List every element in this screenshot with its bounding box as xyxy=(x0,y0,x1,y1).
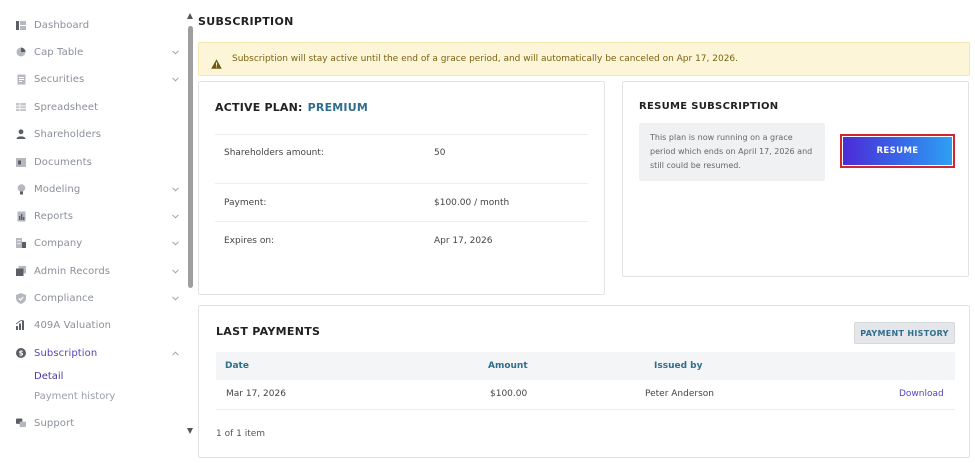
plan-row-label: Expires on: xyxy=(224,236,275,246)
spreadsheet-icon xyxy=(16,102,26,112)
chevron-down-icon xyxy=(171,239,179,247)
chevron-down-icon xyxy=(171,267,179,275)
sidebar-item-label: Shareholders xyxy=(34,128,102,140)
resume-info-text: This plan is now running on a grace peri… xyxy=(639,123,825,181)
plan-row-expires: Expires on: Apr 17, 2026 xyxy=(215,221,588,259)
resume-button[interactable]: RESUME xyxy=(840,134,955,168)
sidebar-item-cap-table[interactable]: Cap Table xyxy=(0,41,188,63)
sidebar-item-reports[interactable]: Reports xyxy=(0,205,188,227)
active-plan-title: ACTIVE PLAN: PREMIUM xyxy=(215,101,368,114)
sidebar-item-label: Modeling xyxy=(34,183,81,195)
sidebar-item-label: 409A Valuation xyxy=(34,319,112,331)
warning-icon xyxy=(211,54,222,73)
sidebar-item-label: Reports xyxy=(34,210,74,222)
pagination-summary: 1 of 1 item xyxy=(216,429,266,439)
column-header-issued-by[interactable]: Issued by xyxy=(654,361,702,371)
grace-period-alert: Subscription will stay active until the … xyxy=(198,42,970,76)
chevron-down-icon xyxy=(171,75,179,83)
sidebar-subitem-detail[interactable]: Detail xyxy=(34,371,63,382)
plan-row-payment: Payment: $100.00 / month xyxy=(215,183,588,221)
scroll-down-arrow-icon[interactable] xyxy=(187,428,193,434)
plan-row-value: $100.00 / month xyxy=(434,198,510,208)
sidebar-item-dashboard[interactable]: Dashboard xyxy=(0,14,188,36)
sidebar-item-compliance[interactable]: Compliance xyxy=(0,287,188,309)
sidebar-item-company[interactable]: Company xyxy=(0,232,188,254)
plan-row-shareholders: Shareholders amount: 50 xyxy=(215,134,588,172)
bar-chart-icon xyxy=(16,320,26,330)
sidebar-item-label: Spreadsheet xyxy=(34,101,99,113)
plan-row-value: 50 xyxy=(434,148,446,158)
pie-chart-icon xyxy=(16,47,26,57)
sidebar-item-label: Support xyxy=(34,417,75,429)
plan-row-value: Apr 17, 2026 xyxy=(434,236,493,246)
payment-history-button[interactable]: PAYMENT HISTORY xyxy=(854,322,955,344)
dashboard-icon xyxy=(16,20,26,30)
sidebar-item-spreadsheet[interactable]: Spreadsheet xyxy=(0,96,188,118)
sidebar-item-shareholders[interactable]: Shareholders xyxy=(0,123,188,145)
sidebar-item-409a-valuation[interactable]: 409A Valuation xyxy=(0,314,188,336)
plan-name: PREMIUM xyxy=(307,101,369,114)
last-payments-card: LAST PAYMENTS PAYMENT HISTORY Date Amoun… xyxy=(198,305,970,458)
resume-button-label: RESUME xyxy=(843,137,952,165)
chevron-down-icon xyxy=(171,48,179,56)
chevron-down-icon xyxy=(171,294,179,302)
sidebar-item-documents[interactable]: Documents xyxy=(0,151,188,173)
sidebar-item-label: Admin Records xyxy=(34,265,111,277)
records-icon xyxy=(16,266,26,276)
svg-text:$: $ xyxy=(19,350,24,358)
payment-amount: $100.00 xyxy=(490,389,528,399)
scroll-up-arrow-icon[interactable] xyxy=(187,13,193,19)
user-icon xyxy=(16,129,26,139)
sidebar-item-modeling[interactable]: Modeling xyxy=(0,178,188,200)
alert-text: Subscription will stay active until the … xyxy=(232,54,739,64)
shield-check-icon xyxy=(16,292,26,304)
document-icon xyxy=(16,74,26,84)
sidebar-item-subscription[interactable]: $ Subscription xyxy=(0,342,188,364)
table-row: Mar 17, 2026 $100.00 Peter Anderson Down… xyxy=(216,380,955,410)
lightbulb-icon xyxy=(16,183,26,194)
sidebar-subitem-payment-history[interactable]: Payment history xyxy=(34,391,115,402)
folder-icon xyxy=(16,157,26,167)
dollar-circle-icon: $ xyxy=(16,348,26,358)
sidebar: Dashboard Cap Table Securities Spreadshe… xyxy=(0,0,188,463)
chevron-down-icon xyxy=(171,212,179,220)
resume-subscription-title: RESUME SUBSCRIPTION xyxy=(639,101,779,112)
last-payments-title: LAST PAYMENTS xyxy=(216,325,321,338)
sidebar-item-support[interactable]: Support xyxy=(0,412,188,434)
sidebar-item-label: Securities xyxy=(34,73,85,85)
sidebar-item-label: Dashboard xyxy=(34,19,90,31)
report-icon xyxy=(16,211,26,221)
resume-subscription-card: RESUME SUBSCRIPTION This plan is now run… xyxy=(622,81,969,277)
payment-date: Mar 17, 2026 xyxy=(226,389,286,399)
sidebar-item-label: Cap Table xyxy=(34,46,84,58)
column-header-date[interactable]: Date xyxy=(225,361,249,371)
sidebar-item-label: Subscription xyxy=(34,347,98,359)
active-plan-label: ACTIVE PLAN: xyxy=(215,101,303,114)
active-plan-card: ACTIVE PLAN: PREMIUM Shareholders amount:… xyxy=(198,81,605,295)
chevron-up-icon xyxy=(171,349,179,357)
payments-table-header: Date Amount Issued by xyxy=(216,352,955,380)
page-title: SUBSCRIPTION xyxy=(198,15,294,28)
scrollbar-thumb[interactable] xyxy=(188,26,193,288)
plan-row-label: Shareholders amount: xyxy=(224,148,324,158)
payment-issued-by: Peter Anderson xyxy=(645,389,714,399)
sidebar-item-label: Compliance xyxy=(34,292,94,304)
sidebar-item-admin-records[interactable]: Admin Records xyxy=(0,260,188,282)
chevron-down-icon xyxy=(171,185,179,193)
support-icon xyxy=(16,418,26,428)
column-header-amount[interactable]: Amount xyxy=(488,361,528,371)
sidebar-item-label: Documents xyxy=(34,156,92,168)
plan-row-label: Payment: xyxy=(224,198,267,208)
download-link[interactable]: Download xyxy=(899,389,944,399)
building-icon xyxy=(16,238,26,248)
sidebar-item-label: Company xyxy=(34,237,83,249)
sidebar-item-securities[interactable]: Securities xyxy=(0,68,188,90)
